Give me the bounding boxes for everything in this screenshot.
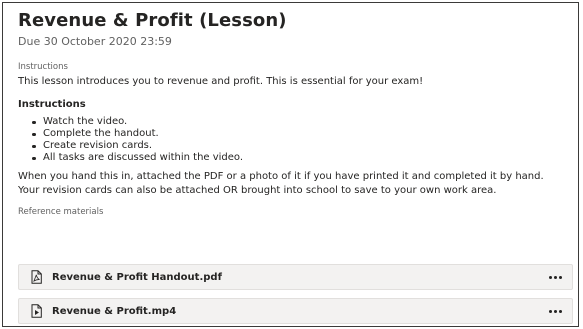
attachment-name: Revenue & Profit Handout.pdf <box>52 271 222 283</box>
due-date: Due 30 October 2020 23:59 <box>18 35 172 48</box>
task-item: All tasks are discussed within the video… <box>32 152 572 164</box>
instructions-intro: This lesson introduces you to revenue an… <box>18 76 424 87</box>
more-options-icon[interactable] <box>546 304 564 318</box>
attachment-video-mp4[interactable]: Revenue & Profit.mp4 <box>18 298 573 324</box>
instructions-label: Instructions <box>18 62 68 72</box>
more-options-icon[interactable] <box>546 270 564 284</box>
attachment-name: Revenue & Profit.mp4 <box>52 305 177 317</box>
assignment-title: Revenue & Profit (Lesson) <box>18 10 287 31</box>
task-list: Watch the video. Complete the handout. C… <box>18 116 572 164</box>
hand-in-line: When you hand this in, attached the PDF … <box>18 171 544 182</box>
task-item: Create revision cards. <box>32 140 572 152</box>
task-item: Complete the handout. <box>32 128 572 140</box>
reference-materials-label: Reference materials <box>18 207 104 217</box>
assignment-content: Revenue & Profit (Lesson) Due 30 October… <box>18 9 572 218</box>
assignment-panel: Revenue & Profit (Lesson) Due 30 October… <box>2 2 579 327</box>
hand-in-instructions: When you hand this in, attached the PDF … <box>18 170 578 198</box>
video-file-icon <box>29 304 43 318</box>
instructions-heading: Instructions <box>18 99 86 110</box>
hand-in-line: Your revision cards can also be attached… <box>18 185 497 196</box>
attachment-handout-pdf[interactable]: Revenue & Profit Handout.pdf <box>18 264 573 290</box>
pdf-file-icon <box>29 270 43 284</box>
task-item: Watch the video. <box>32 116 572 128</box>
